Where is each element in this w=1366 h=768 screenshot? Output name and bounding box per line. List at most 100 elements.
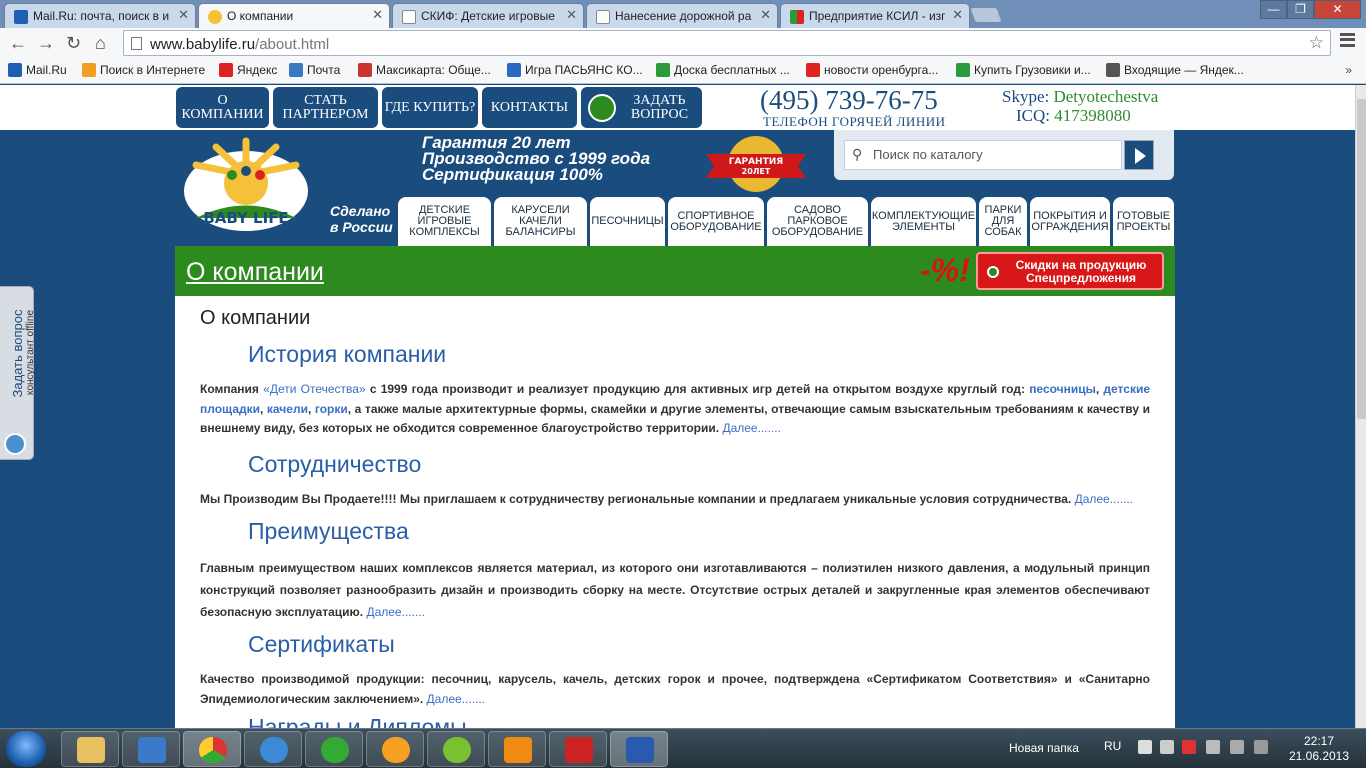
minimize-button[interactable]: — <box>1260 0 1287 19</box>
tab-skif[interactable]: СКИФ: Детские игровые ✕ <box>392 3 584 28</box>
promo-button[interactable]: Скидки на продукцию Спецпредложения <box>976 252 1164 290</box>
category-coverings[interactable]: Покрытия и ограждения <box>1030 197 1110 246</box>
ask-question-side-button[interactable]: Задать вопрос консультант offline <box>0 286 36 460</box>
section-title[interactable]: Преимущества <box>248 518 409 545</box>
content-heading: О компании <box>200 307 311 329</box>
more-link[interactable]: Далее....... <box>366 605 425 619</box>
search-icon: ⚲ <box>852 146 863 162</box>
ksil-icon <box>790 10 804 24</box>
bookmark-item[interactable]: Почта <box>289 63 340 77</box>
more-link[interactable]: Далее....... <box>1075 492 1134 506</box>
word-icon[interactable] <box>610 731 668 767</box>
menu-icon[interactable] <box>1340 33 1355 47</box>
tab-road[interactable]: Нанесение дорожной ра ✕ <box>586 3 778 28</box>
category-sandboxes[interactable]: Песочницы <box>590 197 665 246</box>
nav-about[interactable]: О компании <box>176 87 269 128</box>
category-dog-parks[interactable]: Парки для собак <box>979 197 1027 246</box>
ie-icon[interactable] <box>244 731 302 767</box>
app-icon[interactable] <box>427 731 485 767</box>
tab-mailru[interactable]: Mail.Ru: почта, поиск в и ✕ <box>4 3 196 28</box>
restore-button[interactable]: ❐ <box>1287 0 1314 19</box>
page-icon <box>131 37 142 50</box>
close-window-button[interactable]: ✕ <box>1314 0 1361 19</box>
bookmark-item[interactable]: Игра ПАСЬЯНС КО... <box>507 63 643 77</box>
babylife-logo[interactable]: BABY LIFE <box>176 133 316 233</box>
category-park[interactable]: Садово парковое оборудование <box>767 197 868 246</box>
forward-icon[interactable]: → <box>37 33 55 54</box>
section-title[interactable]: Сотрудничество <box>248 451 421 478</box>
category-components[interactable]: Комплектующие элементы <box>871 197 976 246</box>
slogans: Гарантия 20 лет Производство с 1999 года… <box>422 133 651 184</box>
mail-agent-icon[interactable] <box>305 731 363 767</box>
start-button[interactable] <box>6 731 46 767</box>
page-icon <box>402 10 416 24</box>
mail-notify-icon[interactable] <box>1182 740 1196 754</box>
url-text[interactable]: www.babylife.ru/about.html <box>150 36 329 53</box>
bookmark-icon <box>358 63 372 77</box>
flag-icon[interactable] <box>1230 740 1244 754</box>
odnoklassniki-icon[interactable] <box>488 731 546 767</box>
close-tab-icon[interactable]: ✕ <box>760 7 771 23</box>
bookmark-item[interactable]: новости оренбурга... <box>806 63 938 77</box>
bookmark-item[interactable]: Mail.Ru <box>8 63 67 77</box>
page-icon <box>596 10 610 24</box>
scrollbar[interactable] <box>1355 85 1366 728</box>
title-bar: О компании -%! Скидки на продукцию Спецп… <box>175 246 1175 296</box>
bookmark-star-icon[interactable]: ☆ <box>1309 33 1324 53</box>
sandboxes-link[interactable]: песочницы <box>1029 382 1096 396</box>
website: О компании Стать партнером Где купить? К… <box>0 85 1355 728</box>
bookmark-icon <box>806 63 820 77</box>
category-sport[interactable]: Спортивное оборудование <box>668 197 764 246</box>
bookmark-item[interactable]: Купить Грузовики и... <box>956 63 1091 77</box>
nav-partner[interactable]: Стать партнером <box>273 87 378 128</box>
signal-icon[interactable] <box>1254 740 1268 754</box>
chrome-icon[interactable] <box>183 731 241 767</box>
section-title[interactable]: Сертификаты <box>248 631 395 658</box>
more-link[interactable]: Далее....... <box>427 692 486 706</box>
volume-icon[interactable] <box>1160 740 1174 754</box>
nav-contacts[interactable]: Контакты <box>482 87 577 128</box>
bookmark-item[interactable]: Яндекс <box>219 63 277 77</box>
bookmark-item[interactable]: Поиск в Интернете <box>82 63 205 77</box>
tab-ksil[interactable]: Предприятие КСИЛ - изг ✕ <box>780 3 970 28</box>
clock[interactable]: 22:17 21.06.2013 <box>1284 734 1354 764</box>
pdf-icon[interactable] <box>549 731 607 767</box>
company-link[interactable]: «Дети Отечества» <box>263 382 365 396</box>
site-header: О компании Стать партнером Где купить? К… <box>0 85 1355 130</box>
tab-about[interactable]: О компании ✕ <box>198 3 390 29</box>
category-playgrounds[interactable]: Детские игровые комплексы <box>398 197 491 246</box>
bookmark-item[interactable]: Доска бесплатных ... <box>656 63 790 77</box>
close-tab-icon[interactable]: ✕ <box>178 7 189 23</box>
close-tab-icon[interactable]: ✕ <box>566 7 577 23</box>
bookmark-item[interactable]: Входящие — Яндек... <box>1106 63 1244 77</box>
close-tab-icon[interactable]: ✕ <box>952 7 963 23</box>
address-bar[interactable]: www.babylife.ru/about.html ☆ <box>123 30 1331 56</box>
section-title[interactable]: Награды и Дипломы <box>248 714 467 728</box>
new-tab-button[interactable] <box>969 7 1003 23</box>
network-icon[interactable] <box>1206 740 1220 754</box>
swings-link[interactable]: качели <box>267 402 308 416</box>
bookmark-item[interactable]: Максикарта: Обще... <box>358 63 491 77</box>
more-link[interactable]: Далее....... <box>722 421 781 435</box>
mail-icon[interactable] <box>366 731 424 767</box>
page-title[interactable]: О компании <box>186 258 324 287</box>
language-indicator[interactable]: RU <box>1104 739 1121 753</box>
home-icon[interactable]: ⌂ <box>95 33 106 54</box>
category-carousels[interactable]: Карусели качели балансиры <box>494 197 587 246</box>
explorer-icon[interactable] <box>61 731 119 767</box>
nav-where-to-buy[interactable]: Где купить? <box>382 87 478 128</box>
back-icon[interactable]: ← <box>9 33 27 54</box>
slides-link[interactable]: горки <box>315 402 348 416</box>
nav-ask-question[interactable]: Задать вопрос <box>581 87 702 128</box>
search-button[interactable] <box>1124 140 1154 170</box>
bookmarks-overflow-button[interactable]: » <box>1345 63 1352 77</box>
search-input[interactable]: Поиск по каталогу <box>844 140 1122 170</box>
reload-icon[interactable]: ↻ <box>66 33 81 54</box>
close-tab-icon[interactable]: ✕ <box>372 7 383 23</box>
scrollbar-thumb[interactable] <box>1357 99 1366 419</box>
toolbar-new-folder[interactable]: Новая папка <box>1009 741 1079 755</box>
category-projects[interactable]: Готовые проекты <box>1113 197 1174 246</box>
tray-arrow-icon[interactable] <box>1138 740 1152 754</box>
section-title[interactable]: История компании <box>248 341 446 368</box>
media-player-icon[interactable] <box>122 731 180 767</box>
